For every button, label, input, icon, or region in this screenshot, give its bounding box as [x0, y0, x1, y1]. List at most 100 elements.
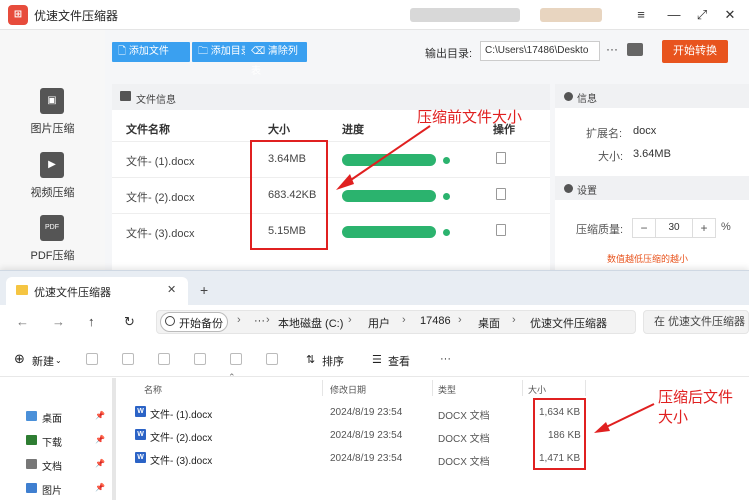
scrollbar[interactable] — [112, 378, 116, 500]
file-name-cell: 文件- (3).docx — [126, 228, 195, 240]
pdf-icon: PDF — [40, 215, 64, 241]
backup-label: 开始备份 — [179, 318, 223, 330]
chevron-right-icon: › — [266, 314, 270, 326]
breadcrumb-item-desktop[interactable]: 桌面 — [478, 315, 500, 331]
new-button[interactable]: 新建 — [32, 353, 54, 369]
nav-item-pictures[interactable]: 图片 — [42, 482, 62, 497]
sidebar-item-label: 图片压缩 — [30, 123, 75, 135]
annotation-arrow-after — [594, 403, 655, 433]
breadcrumb-item-drive[interactable]: 本地磁盘 (C:) — [278, 315, 343, 331]
size-label: 大小: — [598, 151, 624, 163]
start-convert-button[interactable]: 开始转换 — [662, 40, 728, 63]
up-icon[interactable]: ↑ — [88, 314, 95, 329]
annotation-box-before — [250, 140, 328, 250]
file-name[interactable]: 文件- (3).docx — [150, 452, 212, 467]
file-type: DOCX 文档 — [438, 457, 490, 468]
word-doc-icon: W — [135, 429, 146, 440]
browse-more-button[interactable]: ··· — [606, 42, 618, 56]
copy-icon[interactable] — [122, 353, 134, 365]
clear-list-button[interactable]: ⌫ 清除列表 — [245, 42, 307, 77]
sort-button[interactable]: 排序 — [322, 353, 344, 369]
annotation-after-text-2: 大小 — [658, 409, 689, 426]
ext-value: docx — [633, 125, 657, 137]
plus-circle-icon: ⊕ — [14, 351, 25, 366]
add-file-button[interactable]: 🗋 添加文件 — [112, 42, 190, 62]
column-divider[interactable] — [585, 380, 586, 396]
pictures-icon — [26, 483, 37, 493]
column-divider[interactable] — [522, 380, 523, 396]
cut-icon[interactable] — [86, 353, 98, 365]
pin-icon: 📌 — [95, 411, 105, 420]
quality-stepper: − 30 + — [632, 218, 716, 238]
nav-item-downloads[interactable]: 下载 — [42, 434, 62, 449]
breadcrumb-item-users[interactable]: 用户 — [368, 315, 390, 331]
file-name[interactable]: 文件- (1).docx — [150, 406, 212, 421]
view-button[interactable]: 查看 — [388, 353, 410, 369]
column-divider[interactable] — [432, 380, 433, 396]
search-input[interactable]: 在 优速文件压缩器 中 — [643, 310, 749, 334]
sidebar-item-label: 视频压缩 — [30, 187, 75, 199]
column-divider[interactable] — [322, 380, 323, 396]
trash-icon: ⌫ — [251, 46, 268, 57]
delete-icon[interactable] — [496, 224, 506, 236]
chevron-right-icon: › — [237, 314, 241, 326]
picture-icon — [120, 91, 131, 101]
image-icon: ▣ — [40, 88, 64, 114]
tab-close-icon[interactable]: ✕ — [167, 283, 176, 296]
menu-icon[interactable]: ≡ — [631, 5, 651, 25]
blurred-avatar — [540, 8, 602, 22]
minimize-icon[interactable]: — — [664, 5, 684, 25]
file-name-cell: 文件- (1).docx — [126, 156, 195, 168]
file-info-title: 文件信息 — [136, 95, 176, 106]
sidebar-item-image[interactable]: ▣ 图片压缩 — [0, 88, 105, 148]
file-name[interactable]: 文件- (2).docx — [150, 429, 212, 444]
delete-icon[interactable] — [496, 152, 506, 164]
delete-icon[interactable] — [496, 188, 506, 200]
file-date: 2024/8/19 23:54 — [330, 430, 403, 441]
back-icon[interactable]: ← — [16, 314, 29, 329]
open-folder-icon[interactable] — [627, 43, 643, 56]
pin-icon: 📌 — [95, 483, 105, 492]
file-icon: 🗋 — [118, 46, 129, 57]
chevron-down-icon: ⌄ — [55, 356, 62, 365]
quality-increment-button[interactable]: + — [693, 219, 715, 237]
app-title: 优速文件压缩器 — [34, 9, 119, 23]
maximize-icon[interactable]: ⤢ — [692, 5, 712, 25]
output-dir-input[interactable]: C:\Users\17486\Deskto — [480, 41, 600, 61]
breadcrumb-item-folder[interactable]: 优速文件压缩器 — [530, 315, 607, 331]
breadcrumb-item-user[interactable]: 17486 — [420, 315, 451, 327]
sidebar-item-video[interactable]: ▶ 视频压缩 — [0, 152, 105, 212]
forward-icon[interactable]: → — [52, 314, 65, 329]
pin-icon: 📌 — [95, 435, 105, 444]
row-divider — [112, 213, 550, 214]
file-type: DOCX 文档 — [438, 411, 490, 422]
share-icon[interactable] — [230, 353, 242, 365]
more-options-button[interactable]: ··· — [440, 353, 451, 365]
paste-icon[interactable] — [158, 353, 170, 365]
quality-decrement-button[interactable]: − — [633, 219, 655, 237]
quality-unit: % — [721, 221, 731, 233]
chevron-right-icon: › — [402, 314, 406, 326]
column-header-name: 文件名称 — [126, 124, 170, 136]
refresh-icon[interactable]: ↻ — [124, 314, 135, 330]
add-file-label: 添加文件 — [128, 46, 169, 57]
settings-title: 设置 — [577, 186, 597, 197]
sidebar-item-pdf[interactable]: PDF PDF压缩 — [0, 215, 105, 275]
column-header-name[interactable]: 名称 — [144, 383, 162, 396]
delete-icon[interactable] — [266, 353, 278, 365]
breadcrumb-more[interactable]: ··· — [254, 315, 265, 327]
view-icon: ☰ — [372, 354, 382, 366]
column-header-size[interactable]: 大小 — [528, 383, 546, 396]
rename-icon[interactable] — [194, 353, 206, 365]
close-icon[interactable]: ✕ — [720, 5, 740, 25]
quality-input[interactable]: 30 — [655, 219, 693, 237]
nav-item-desktop[interactable]: 桌面 — [42, 410, 62, 425]
column-header-date[interactable]: 修改日期 — [330, 383, 366, 396]
video-icon: ▶ — [40, 152, 64, 178]
sort-up-icon: ⌃ — [228, 372, 236, 382]
chevron-right-icon: › — [512, 314, 516, 326]
new-tab-button[interactable]: + — [200, 282, 208, 298]
column-header-type[interactable]: 类型 — [438, 383, 456, 396]
word-doc-icon: W — [135, 406, 146, 417]
nav-item-documents[interactable]: 文档 — [42, 458, 62, 473]
